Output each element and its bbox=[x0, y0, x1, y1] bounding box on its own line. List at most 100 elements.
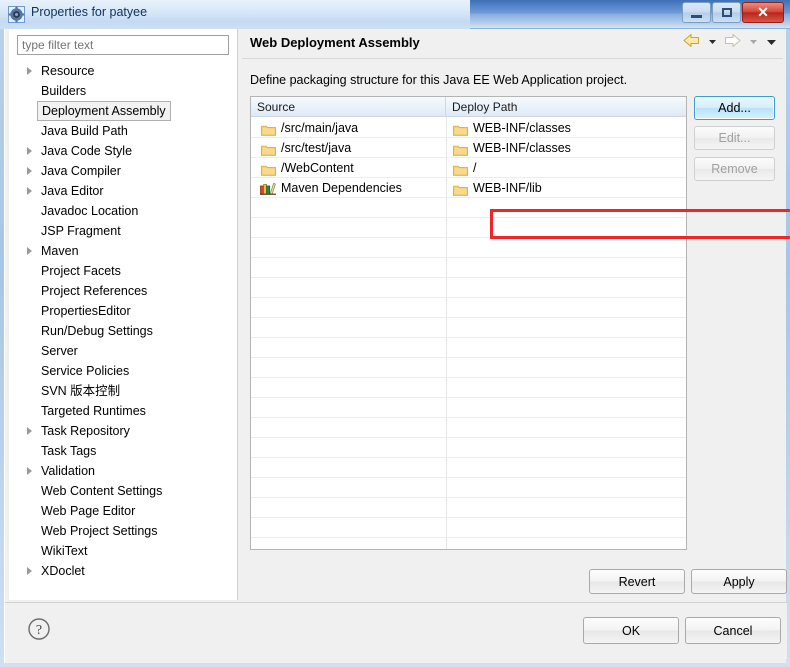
cell-deploy-path: WEB-INF/lib bbox=[447, 178, 686, 198]
sidebar-item-label: Java Code Style bbox=[41, 144, 133, 158]
back-dropdown-chevron-down-icon[interactable] bbox=[707, 34, 718, 52]
sidebar-item-label: JSP Fragment bbox=[41, 224, 121, 238]
cell-source bbox=[251, 518, 446, 538]
sidebar-item-web-project-settings[interactable]: Web Project Settings bbox=[9, 521, 237, 541]
chevron-right-icon[interactable] bbox=[27, 567, 32, 575]
cell-source-text: /src/test/java bbox=[281, 141, 352, 155]
cell-source-text: /src/main/java bbox=[281, 121, 359, 135]
cancel-button[interactable]: Cancel bbox=[685, 617, 781, 644]
minimize-button[interactable] bbox=[682, 2, 711, 23]
table-row-empty bbox=[251, 378, 686, 398]
sidebar-item-service-policies[interactable]: Service Policies bbox=[9, 361, 237, 381]
sidebar-item-wikitext[interactable]: WikiText bbox=[9, 541, 237, 561]
sidebar-item-web-page-editor[interactable]: Web Page Editor bbox=[9, 501, 237, 521]
table-row[interactable]: /src/main/java WEB-INF/classes bbox=[251, 118, 686, 138]
cell-deploy-path bbox=[447, 378, 686, 398]
sidebar-item-web-content-settings[interactable]: Web Content Settings bbox=[9, 481, 237, 501]
help-question-icon[interactable]: ? bbox=[27, 617, 51, 641]
table-row-empty bbox=[251, 218, 686, 238]
sidebar-item-targeted-runtimes[interactable]: Targeted Runtimes bbox=[9, 401, 237, 421]
sidebar-item-javadoc-location[interactable]: Javadoc Location bbox=[9, 201, 237, 221]
folder-icon bbox=[261, 162, 276, 176]
chevron-right-icon[interactable] bbox=[27, 247, 32, 255]
sidebar-item-label: Web Content Settings bbox=[41, 484, 163, 498]
apply-button-label: Apply bbox=[723, 574, 755, 589]
cell-source bbox=[251, 398, 446, 418]
sidebar-item-java-compiler[interactable]: Java Compiler bbox=[9, 161, 237, 181]
back-arrow-icon[interactable] bbox=[683, 33, 700, 53]
page-description: Define packaging structure for this Java… bbox=[250, 73, 628, 87]
cell-deploy-text: WEB-INF/classes bbox=[473, 121, 571, 135]
cancel-button-label: Cancel bbox=[713, 623, 753, 638]
close-button[interactable]: ✕ bbox=[742, 2, 784, 23]
cell-source bbox=[251, 198, 446, 218]
cell-source bbox=[251, 238, 446, 258]
cell-source bbox=[251, 298, 446, 318]
chevron-right-icon[interactable] bbox=[27, 147, 32, 155]
sidebar-item-task-tags[interactable]: Task Tags bbox=[9, 441, 237, 461]
forward-arrow-icon bbox=[724, 33, 741, 53]
sidebar-item-java-editor[interactable]: Java Editor bbox=[9, 181, 237, 201]
sidebar-item-run-debug-settings[interactable]: Run/Debug Settings bbox=[9, 321, 237, 341]
table-row[interactable]: Maven Dependencies WEB-INF/lib bbox=[251, 178, 686, 198]
sidebar-item-label: Javadoc Location bbox=[41, 204, 139, 218]
cell-deploy-path bbox=[447, 498, 686, 518]
sidebar-item-label: Web Project Settings bbox=[41, 524, 158, 538]
add-button[interactable]: Add... bbox=[694, 96, 775, 120]
sidebar-item-java-build-path[interactable]: Java Build Path bbox=[9, 121, 237, 141]
cell-deploy-path bbox=[447, 518, 686, 538]
page-nav-icons bbox=[681, 33, 778, 53]
table-row[interactable]: /src/test/java WEB-INF/classes bbox=[251, 138, 686, 158]
sidebar-item-maven[interactable]: Maven bbox=[9, 241, 237, 261]
revert-button-label: Revert bbox=[618, 574, 656, 589]
sidebar-item-java-code-style[interactable]: Java Code Style bbox=[9, 141, 237, 161]
cell-deploy-text: / bbox=[473, 161, 477, 175]
column-header-deploy-path[interactable]: Deploy Path bbox=[446, 97, 686, 117]
sidebar-item-jsp-fragment[interactable]: JSP Fragment bbox=[9, 221, 237, 241]
window-titlebar: Properties for patyee ✕ bbox=[0, 0, 790, 29]
apply-button[interactable]: Apply bbox=[691, 569, 787, 594]
chevron-right-icon[interactable] bbox=[27, 467, 32, 475]
deployment-assembly-table[interactable]: Source Deploy Path /src/main/java WEB-INF… bbox=[250, 96, 687, 550]
folder-icon bbox=[453, 142, 468, 156]
filter-input[interactable] bbox=[17, 35, 229, 55]
cell-source bbox=[251, 318, 446, 338]
cell-source-text: Maven Dependencies bbox=[281, 181, 402, 195]
sidebar-item-label: XDoclet bbox=[41, 564, 85, 578]
cell-deploy-path bbox=[447, 278, 686, 298]
maximize-button[interactable] bbox=[712, 2, 741, 23]
settings-tree[interactable]: Resource Builders Deployment Assembly Java … bbox=[9, 61, 237, 598]
sidebar-item-xdoclet[interactable]: XDoclet bbox=[9, 561, 237, 581]
sidebar-item-label: Web Page Editor bbox=[41, 504, 136, 518]
revert-button[interactable]: Revert bbox=[589, 569, 685, 594]
sidebar-item-label: Java Compiler bbox=[41, 164, 121, 178]
chevron-right-icon[interactable] bbox=[27, 167, 32, 175]
chevron-right-icon[interactable] bbox=[27, 427, 32, 435]
cell-deploy-path bbox=[447, 318, 686, 338]
cell-source bbox=[251, 438, 446, 458]
sidebar-item-server[interactable]: Server bbox=[9, 341, 237, 361]
cell-deploy-path bbox=[447, 438, 686, 458]
cell-source bbox=[251, 218, 446, 238]
sidebar-item-propertieseditor[interactable]: PropertiesEditor bbox=[9, 301, 237, 321]
ok-button[interactable]: OK bbox=[583, 617, 679, 644]
sidebar-item-builders[interactable]: Builders bbox=[9, 81, 237, 101]
sidebar-item-task-repository[interactable]: Task Repository bbox=[9, 421, 237, 441]
chevron-right-icon[interactable] bbox=[27, 67, 32, 75]
sidebar-item-project-references[interactable]: Project References bbox=[9, 281, 237, 301]
sidebar-item-label: Validation bbox=[41, 464, 95, 478]
view-menu-chevron-down-icon[interactable] bbox=[765, 34, 778, 52]
chevron-right-icon[interactable] bbox=[27, 187, 32, 195]
folder-icon bbox=[453, 162, 468, 176]
table-row-empty bbox=[251, 278, 686, 298]
sidebar-item-deployment-assembly[interactable]: Deployment Assembly bbox=[9, 101, 237, 121]
sidebar-item-validation[interactable]: Validation bbox=[9, 461, 237, 481]
sidebar-item-resource[interactable]: Resource bbox=[9, 61, 237, 81]
table-row[interactable]: /WebContent / bbox=[251, 158, 686, 178]
table-row-empty bbox=[251, 298, 686, 318]
sidebar-item-project-facets[interactable]: Project Facets bbox=[9, 261, 237, 281]
column-header-source[interactable]: Source bbox=[251, 97, 446, 117]
cell-source bbox=[251, 278, 446, 298]
cell-source bbox=[251, 418, 446, 438]
sidebar-item-svn[interactable]: SVN 版本控制 bbox=[9, 381, 237, 401]
